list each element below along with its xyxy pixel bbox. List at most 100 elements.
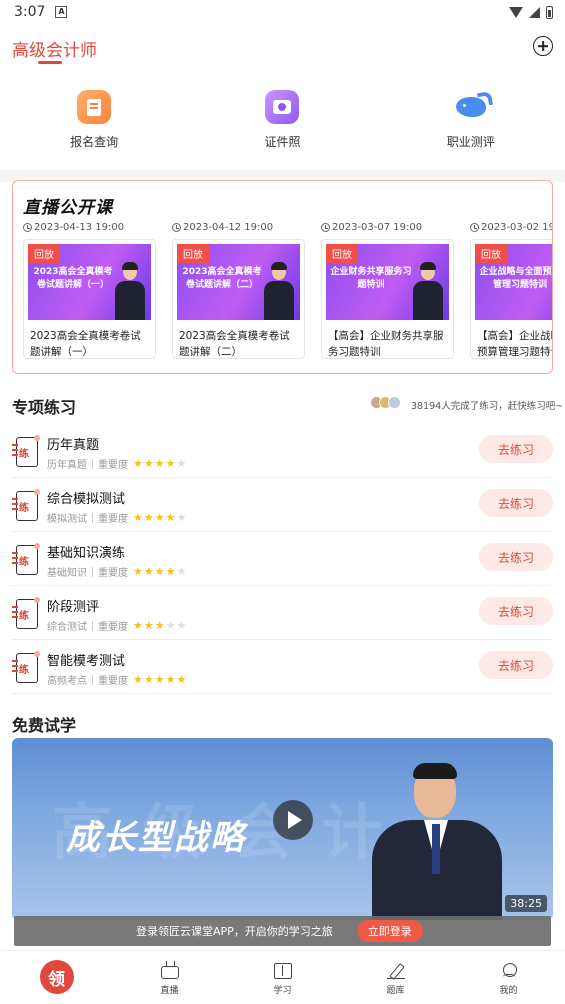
bottom-nav: 领 直播 学习 题库 我的	[0, 950, 565, 1004]
avatar	[388, 396, 401, 409]
tab-home[interactable]: 领	[0, 951, 113, 1004]
career-assessment-icon	[454, 90, 488, 124]
practice-list: 练历年真题 历年真题 重要度 ★ ★ ★ ★ ★ 去练习练综合模拟测试 模拟测试 重要度 ★ ★ ★ ★ ★ 去…	[0, 424, 565, 694]
star-icon: ★	[143, 511, 154, 524]
star-icon: ★	[176, 673, 187, 686]
trial-video[interactable]: 高级会计 成长型战略 38:25	[12, 738, 553, 920]
star-icon: ★	[143, 565, 154, 578]
importance-stars: ★ ★ ★ ★ ★	[133, 458, 186, 469]
star-icon: ★	[154, 457, 165, 470]
course-title: 2023高会全真模考卷试题讲解（一）	[30, 330, 141, 358]
practice-book-icon: 练	[12, 543, 40, 575]
wifi-icon	[509, 6, 523, 18]
star-icon: ★	[133, 619, 143, 632]
clock-icon	[470, 222, 479, 232]
tab-label: 学习	[273, 986, 292, 996]
live-course-panel: 直播公开课 2023-04-13 19:00 回放 2023高会全真模考卷试题讲…	[12, 180, 553, 374]
practice-book-icon: 练	[12, 435, 40, 467]
user-icon	[500, 963, 518, 979]
practice-book-icon: 练	[12, 489, 40, 521]
tab-label: 直播	[160, 986, 179, 996]
login-banner: 登录领匠云课堂APP，开启你的学习之旅 立即登录	[14, 916, 551, 946]
practice-button[interactable]: 去练习	[479, 651, 553, 679]
login-button[interactable]: 立即登录	[356, 920, 423, 942]
replay-badge: 回放	[326, 244, 358, 263]
importance-stars: ★ ★ ★ ★ ★	[133, 674, 186, 685]
page-title[interactable]: 高级会计师	[12, 36, 97, 61]
quick-entry-label: 报名查询	[70, 135, 119, 149]
title-underline	[38, 61, 62, 64]
user-avatars	[370, 396, 401, 409]
replay-badge: 回放	[475, 244, 507, 263]
practice-button[interactable]: 去练习	[479, 543, 553, 571]
tab-live[interactable]: 直播	[113, 951, 226, 1004]
practice-row[interactable]: 练综合模拟测试 模拟测试 重要度 ★ ★ ★ ★ ★ 去练习	[12, 478, 553, 532]
tab-question-bank[interactable]: 题库	[339, 951, 452, 1004]
star-icon: ★	[165, 565, 176, 578]
course-date: 2023-03-02 19:00	[481, 221, 552, 233]
practice-button[interactable]: 去练习	[479, 435, 553, 463]
video-duration: 38:25	[505, 895, 547, 912]
course-thumbnail: 回放 企业财务共享服务习题特训	[326, 244, 449, 320]
practice-button[interactable]: 去练习	[479, 489, 553, 517]
importance-label: 重要度	[98, 514, 128, 525]
star-icon: ★	[133, 457, 143, 470]
add-circle-icon[interactable]	[533, 36, 553, 56]
practice-row[interactable]: 练智能模考测试 高频考点 重要度 ★ ★ ★ ★ ★ 去练习	[12, 640, 553, 694]
star-icon: ★	[165, 673, 176, 686]
importance-label: 重要度	[98, 622, 128, 633]
signal-icon	[529, 6, 540, 18]
importance-label: 重要度	[98, 460, 128, 471]
star-icon: ★	[176, 565, 187, 578]
thumbnail-title: 企业财务共享服务习题特训	[330, 267, 412, 290]
course-thumbnail: 回放 2023高会全真模考卷试题讲解（二）	[177, 244, 300, 320]
live-course-cards: 2023-04-13 19:00 回放 2023高会全真模考卷试题讲解（一） 2…	[23, 219, 552, 359]
live-course-card[interactable]: 2023-04-12 19:00 回放 2023高会全真模考卷试题讲解（二） 2…	[172, 219, 305, 359]
star-icon: ★	[133, 673, 143, 686]
importance-stars: ★ ★ ★ ★ ★	[133, 566, 186, 577]
practice-name: 综合模拟测试	[47, 492, 126, 507]
importance-stars: ★ ★ ★ ★ ★	[133, 620, 186, 631]
lecturer-photo	[372, 762, 502, 920]
tab-mine[interactable]: 我的	[452, 951, 565, 1004]
pen-icon	[386, 963, 405, 979]
quick-entry-label: 证件照	[264, 135, 301, 149]
tab-study[interactable]: 学习	[226, 951, 339, 1004]
app-logo-icon: 领	[39, 960, 74, 994]
live-course-title: 直播公开课	[23, 198, 113, 218]
practice-tag: 高频考点	[47, 676, 87, 687]
practice-tag: 历年真题	[47, 460, 87, 471]
quick-entry-career[interactable]: 职业测评	[401, 90, 541, 170]
live-course-card[interactable]: 2023-03-02 19:00 回放 企业战略与全面预算管理习题特训 【高会】…	[470, 219, 552, 359]
live-course-card[interactable]: 2023-04-13 19:00 回放 2023高会全真模考卷试题讲解（一） 2…	[23, 219, 156, 359]
practice-header: 专项练习 38194人完成了练习，赶快练习吧~	[0, 386, 565, 424]
play-icon[interactable]	[273, 800, 313, 840]
clock-icon	[321, 222, 330, 232]
star-icon: ★	[143, 619, 154, 632]
practice-meta: 高频考点 重要度 ★ ★ ★ ★ ★	[47, 672, 186, 687]
notification-icon: A	[55, 6, 68, 18]
practice-button[interactable]: 去练习	[479, 597, 553, 625]
app-screen: 3:07 A 高级会计师 报名查询 证件照 职业测评 直播公开课 2023-04…	[0, 0, 565, 1004]
practice-row[interactable]: 练历年真题 历年真题 重要度 ★ ★ ★ ★ ★ 去练习	[12, 424, 553, 478]
quick-entry-id-photo[interactable]: 证件照	[212, 90, 352, 170]
importance-stars: ★ ★ ★ ★ ★	[133, 512, 186, 523]
tab-label: 题库	[386, 986, 405, 996]
course-thumbnail: 回放 企业战略与全面预算管理习题特训	[475, 244, 552, 320]
course-title: 【高会】企业战略与全面预算管理习题特训	[477, 330, 552, 358]
star-icon: ★	[176, 511, 187, 524]
course-date: 2023-04-13 19:00	[34, 221, 125, 233]
practice-tip: 38194人完成了练习，赶快练习吧~	[411, 401, 564, 412]
clock-icon	[172, 222, 181, 232]
quick-entry-registration[interactable]: 报名查询	[24, 90, 164, 170]
star-icon: ★	[154, 619, 165, 632]
practice-name: 历年真题	[47, 438, 100, 453]
live-course-card[interactable]: 2023-03-07 19:00 回放 企业财务共享服务习题特训 【高会】企业财…	[321, 219, 454, 359]
practice-row[interactable]: 练基础知识演练 基础知识 重要度 ★ ★ ★ ★ ★ 去练习	[12, 532, 553, 586]
battery-icon	[546, 5, 553, 19]
practice-row[interactable]: 练阶段测评 综合测试 重要度 ★ ★ ★ ★ ★ 去练习	[12, 586, 553, 640]
star-icon: ★	[154, 673, 165, 686]
login-banner-text: 登录领匠云课堂APP，开启你的学习之旅	[136, 925, 333, 938]
book-icon	[273, 963, 292, 979]
star-icon: ★	[143, 457, 154, 470]
